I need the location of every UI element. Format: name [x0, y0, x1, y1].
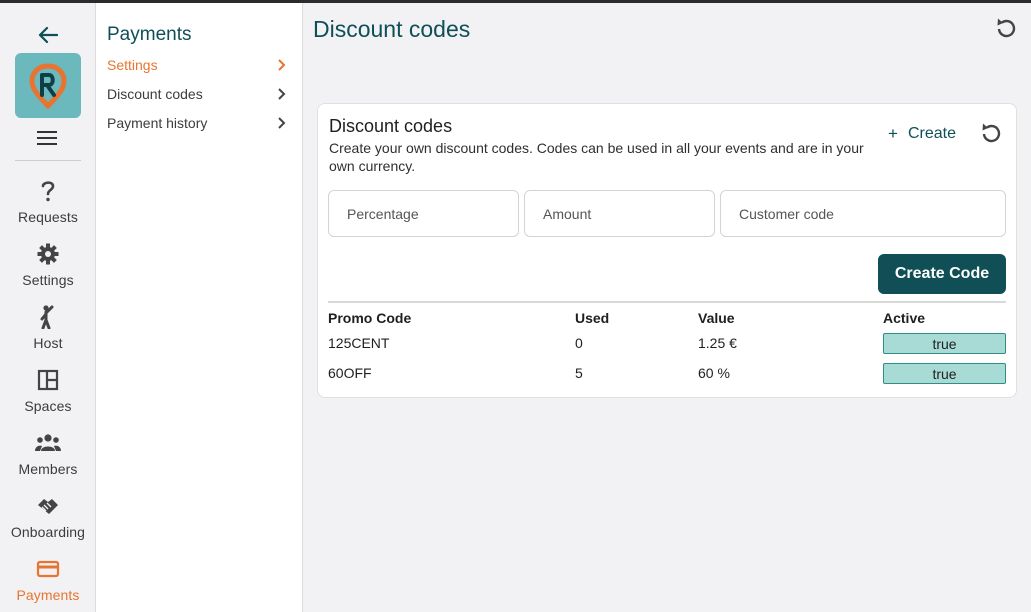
logo-mark-icon: [29, 62, 67, 109]
nav-item-members[interactable]: Members: [0, 430, 96, 490]
promo-code-cell: 60OFF: [328, 365, 372, 381]
table-divider: [328, 301, 1006, 303]
nav-item-label: Requests: [18, 209, 78, 225]
column-header-active: Active: [883, 310, 926, 326]
subnav-item-label: Settings: [107, 57, 158, 73]
subnav-item-label: Payment history: [107, 115, 208, 131]
value-cell: 1.25 €: [698, 335, 737, 351]
app-logo: [15, 53, 81, 118]
rail-divider: [15, 160, 81, 161]
host-person-icon: [35, 304, 61, 330]
card-title: Discount codes: [329, 116, 453, 136]
subnav-title: Payments: [107, 24, 192, 45]
nav-item-settings[interactable]: Settings: [0, 241, 96, 301]
subnav-item-settings[interactable]: Settings: [107, 54, 287, 76]
column-header-used: Used: [575, 310, 610, 326]
promo-code-cell: 125CENT: [328, 335, 390, 351]
plus-icon: +: [888, 124, 898, 143]
percentage-input[interactable]: [328, 190, 519, 237]
handshake-icon: [35, 493, 61, 519]
chevron-right-icon: [278, 88, 286, 100]
value-cell: 60 %: [698, 365, 730, 381]
gear-icon: [35, 241, 61, 267]
card-description: Create your own discount codes. Codes ca…: [329, 140, 864, 174]
used-cell: 5: [575, 365, 583, 381]
payments-subnav: Payments Settings Discount codes Payment…: [96, 3, 303, 612]
back-arrow-icon[interactable]: [34, 21, 62, 49]
chevron-right-icon: [278, 117, 286, 129]
nav-item-label: Onboarding: [10, 524, 86, 540]
refresh-icon[interactable]: [993, 15, 1019, 41]
column-header-value: Value: [698, 310, 735, 326]
subnav-item-label: Discount codes: [107, 86, 203, 102]
nav-item-label: Spaces: [24, 398, 72, 414]
create-label: Create: [907, 125, 956, 142]
page-title: Discount codes: [313, 16, 471, 42]
nav-item-spaces[interactable]: Spaces: [0, 367, 96, 427]
active-status-badge: true: [883, 333, 1006, 354]
nav-item-label: Payments: [16, 587, 80, 603]
subnav-item-discount-codes[interactable]: Discount codes: [107, 83, 287, 105]
main-content: Discount codes Discount codes Create you…: [303, 3, 1031, 612]
group-icon: [35, 430, 61, 456]
nav-item-label: Host: [33, 335, 63, 351]
credit-card-icon: [35, 556, 61, 582]
discount-codes-card: Discount codes Create your own discount …: [317, 103, 1017, 398]
nav-item-label: Settings: [22, 272, 74, 288]
refresh-icon[interactable]: [978, 119, 1004, 147]
chevron-right-icon: [278, 59, 286, 71]
nav-item-label: Members: [18, 461, 78, 477]
create-code-button[interactable]: Create Code: [878, 254, 1006, 294]
active-status-badge: true: [883, 363, 1006, 384]
layout-icon: [35, 367, 61, 393]
nav-item-payments[interactable]: Payments: [0, 556, 96, 612]
create-button[interactable]: + Create: [888, 122, 956, 146]
used-cell: 0: [575, 335, 583, 351]
question-icon: [35, 178, 61, 204]
nav-item-onboarding[interactable]: Onboarding: [0, 493, 96, 553]
customer-code-input[interactable]: [720, 190, 1006, 237]
nav-rail: Requests Settings Host Spaces Members On…: [0, 3, 96, 612]
amount-input[interactable]: [524, 190, 715, 237]
column-header-promo-code: Promo Code: [328, 310, 412, 326]
subnav-item-payment-history[interactable]: Payment history: [107, 112, 287, 134]
nav-item-requests[interactable]: Requests: [0, 178, 96, 238]
nav-item-host[interactable]: Host: [0, 304, 96, 364]
hamburger-menu-icon[interactable]: [33, 125, 61, 151]
